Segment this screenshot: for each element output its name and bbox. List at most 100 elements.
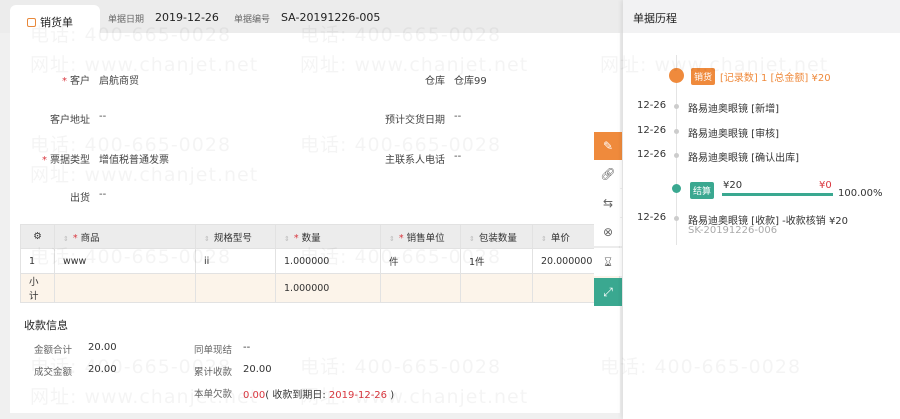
- link-icon: 🔗︎: [600, 167, 616, 181]
- settle-percent: 100.00%: [838, 188, 883, 199]
- subtotal-row: 小计 1.000000: [20, 273, 620, 303]
- subtotal-label: 小计: [20, 273, 55, 303]
- customer-label: * 客户: [62, 76, 90, 87]
- date-label: 单据日期: [108, 15, 145, 25]
- items-table: ⚙ ⇕ * 商品 ⇕ 规格型号 ⇕ * 数量 ⇕ * 销售单位 ⇕ 包装数量 ⇕ 单价 1 www…: [20, 224, 620, 303]
- col-qty[interactable]: ⇕ * 数量: [275, 224, 381, 249]
- label-text: 票据类型: [50, 155, 90, 166]
- sale-badge: 销货: [691, 68, 716, 85]
- hourglass-icon: ⌛︎: [604, 254, 612, 269]
- deal-value: 20.00: [88, 364, 117, 375]
- header-label: 包装数量: [478, 232, 517, 244]
- col-unit[interactable]: ⇕ * 销售单位: [380, 224, 461, 249]
- col-spec[interactable]: ⇕ 规格型号: [195, 224, 276, 249]
- form-card: [10, 33, 620, 413]
- entry-text[interactable]: 路易迪奥眼镜 [审核]: [688, 125, 779, 140]
- settle-node-icon: [672, 184, 681, 193]
- phone-value[interactable]: --: [454, 151, 461, 162]
- table-header: ⚙ ⇕ * 商品 ⇕ 规格型号 ⇕ * 数量 ⇕ * 销售单位 ⇕ 包装数量 ⇕ 单价: [20, 224, 620, 249]
- entry-date: 12-26: [637, 125, 667, 136]
- tab-sales-order[interactable]: 销货单: [10, 5, 100, 35]
- transfer-tool-button[interactable]: ⇆: [594, 189, 622, 217]
- customer-value[interactable]: 启航商贸: [99, 72, 139, 87]
- due-prefix: ( 收款到期日:: [265, 390, 329, 401]
- owe-label: 本单欠款: [194, 389, 233, 400]
- payment-title: 收款信息: [24, 319, 68, 332]
- total-value: 20.00: [88, 342, 117, 353]
- settle-paid: ¥20: [723, 180, 743, 191]
- entry-text[interactable]: 路易迪奥眼镜 [确认出库]: [688, 149, 799, 164]
- address-label: 客户地址: [50, 115, 90, 126]
- exchange-icon: ⇆: [602, 196, 614, 210]
- delivery-label: 预计交货日期: [385, 115, 445, 126]
- gear-icon[interactable]: ⚙: [33, 231, 42, 242]
- expand-icon: ⤢: [603, 284, 613, 299]
- settle-progress-track: [722, 193, 833, 196]
- cell-empty: [380, 273, 461, 303]
- shipping-value[interactable]: --: [99, 189, 106, 200]
- no-label: 单据编号: [234, 15, 271, 25]
- subtotal-qty: 1.000000: [275, 273, 381, 303]
- date-value: 2019-12-26: [155, 11, 219, 24]
- entry-dot-icon: [674, 104, 679, 109]
- entry-code[interactable]: SK-20191226-006: [688, 225, 777, 236]
- entry-dot-icon: [674, 216, 679, 221]
- chart-icon: [27, 18, 36, 27]
- label-text: 客户: [70, 76, 90, 87]
- sale-node-icon: [669, 68, 684, 83]
- tab-label: 销货单: [40, 16, 73, 29]
- approve-tool-button[interactable]: ⊗: [594, 218, 622, 246]
- settle-progress-fill: [722, 193, 833, 196]
- cash-value: --: [243, 342, 251, 353]
- header-label: 规格型号: [213, 232, 252, 244]
- cell-empty: [54, 273, 196, 303]
- history-title: 单据历程: [623, 0, 900, 33]
- cell-product[interactable]: www: [54, 248, 196, 274]
- stamp-icon: ⊗: [602, 225, 614, 239]
- row-index: 1: [20, 248, 55, 274]
- cash-label: 同单现结: [194, 345, 233, 356]
- cum-label: 累计收款: [194, 367, 233, 378]
- document-icon: ✎: [602, 139, 614, 153]
- cell-pack[interactable]: 1件: [460, 248, 533, 274]
- shipping-label: 出货: [70, 193, 90, 204]
- cell-empty: [460, 273, 533, 303]
- print-tool-button[interactable]: ⌛︎: [594, 248, 622, 276]
- settle-remain: ¥0: [819, 180, 832, 191]
- due-date: 2019-12-26: [328, 390, 388, 401]
- header-label: 数量: [301, 232, 321, 244]
- entry-dot-icon: [674, 129, 679, 134]
- entry-date: 12-26: [637, 100, 667, 111]
- col-product[interactable]: ⇕ * 商品: [54, 224, 196, 249]
- entry-date: 12-26: [637, 149, 667, 160]
- cell-unit[interactable]: 件: [380, 248, 461, 274]
- entry-date: 12-26: [637, 212, 667, 223]
- entry-text[interactable]: 路易迪奥眼镜 [新增]: [688, 100, 779, 115]
- phone-label: 主联系人电话: [385, 155, 445, 166]
- header-label: 销售单位: [406, 232, 445, 244]
- cell-empty: [195, 273, 276, 303]
- link-tool-button[interactable]: 🔗︎: [594, 160, 622, 188]
- cell-spec[interactable]: ii: [195, 248, 276, 274]
- column-settings[interactable]: ⚙: [20, 224, 55, 249]
- address-value[interactable]: --: [99, 111, 106, 122]
- expand-tool-button[interactable]: ⤢: [594, 278, 622, 306]
- warehouse-value[interactable]: 仓库99: [454, 72, 487, 87]
- cell-qty[interactable]: 1.000000: [275, 248, 381, 274]
- invoice-value[interactable]: 增值税普通发票: [99, 151, 169, 166]
- entry-dot-icon: [674, 153, 679, 158]
- history-tool-button[interactable]: ✎: [594, 132, 622, 160]
- delivery-value[interactable]: --: [454, 111, 461, 122]
- owe-value: 0.00: [243, 390, 266, 401]
- invoice-label: * 票据类型: [42, 155, 90, 166]
- warehouse-label: 仓库: [425, 76, 445, 87]
- col-pack[interactable]: ⇕ 包装数量: [460, 224, 533, 249]
- header-label: 商品: [80, 232, 100, 244]
- history-panel: [623, 0, 900, 419]
- total-label: 金额合计: [34, 345, 73, 356]
- table-row[interactable]: 1 www ii 1.000000 件 1件 20.000000: [20, 248, 620, 274]
- deal-label: 成交金额: [34, 367, 73, 378]
- owe-line: 0.00( 收款到期日: 2019-12-26 ): [243, 386, 394, 401]
- sale-summary: [记录数] 1 [总金额] ¥20: [720, 73, 831, 84]
- no-value: SA-20191226-005: [281, 11, 381, 24]
